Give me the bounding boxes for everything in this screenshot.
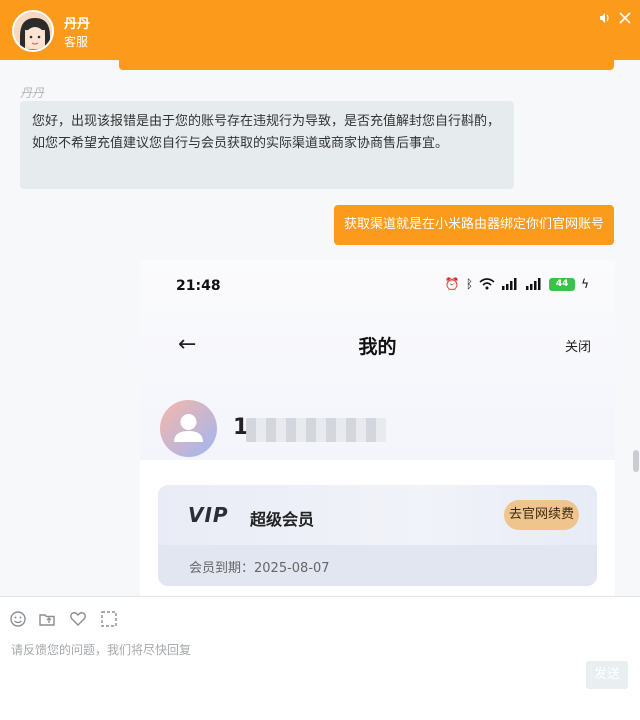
- signal-icon: [502, 278, 517, 290]
- bluetooth-icon: ᛒ: [465, 277, 474, 291]
- send-button[interactable]: 发送: [586, 661, 628, 689]
- charging-icon: ϟ: [581, 277, 589, 291]
- signal-icon-2: [526, 278, 541, 290]
- user-silhouette-icon: [174, 414, 203, 442]
- renew-button: 去官网续费: [503, 500, 579, 530]
- message-input[interactable]: 请反馈您的问题，我们将尽快回复: [11, 641, 191, 658]
- chat-scrollbar[interactable]: [633, 450, 639, 472]
- profile-avatar: [160, 400, 217, 457]
- vip-logo: VIP: [188, 503, 229, 527]
- close-icon[interactable]: [616, 12, 634, 30]
- screenshot-close-label: 关闭: [564, 340, 591, 355]
- screenshot-page-title: 我的: [358, 336, 397, 358]
- vip-expiry-date: 会员到期：2025-08-07: [189, 561, 330, 576]
- user-id-redacted: [246, 418, 386, 442]
- agent-name: 丹丹: [64, 17, 91, 32]
- user-message-bubble: 获取渠道就是在小米路由器绑定你们官网账号: [333, 205, 614, 245]
- file-upload-icon[interactable]: [37, 610, 57, 630]
- vip-expiry-bar: 会员到期：2025-08-07: [158, 545, 597, 586]
- status-icons: ⏰ ᛒ 44 ϟ: [445, 277, 589, 291]
- alarm-icon: ⏰: [444, 277, 460, 291]
- heart-icon[interactable]: [68, 610, 88, 630]
- agent-message-sender: 丹丹: [20, 86, 45, 100]
- screenshot-crop-icon[interactable]: [99, 610, 119, 630]
- agent-role: 客服: [64, 35, 89, 49]
- sound-icon[interactable]: [596, 12, 614, 30]
- battery-icon: 44: [549, 277, 576, 291]
- previous-message-bubble: [119, 60, 614, 70]
- agent-avatar: [12, 10, 54, 52]
- status-time: 21:48: [176, 278, 221, 294]
- user-screenshot-image[interactable]: 21:48 ⏰ ᛒ 44 ϟ ← 我的 关闭 1 VIP 超级会员 去官网续费 …: [140, 260, 615, 596]
- vip-card: VIP 超级会员 去官网续费 会员到期：2025-08-07: [158, 485, 597, 586]
- agent-avatar-icon: [14, 12, 52, 50]
- chat-header: 丹丹 客服: [0, 0, 640, 60]
- vip-level-name: 超级会员: [250, 510, 315, 529]
- message-input-area[interactable]: 请反馈您的问题，我们将尽快回复 发送: [0, 596, 640, 720]
- chat-messages[interactable]: 丹丹 您好，出现该报错是由于您的账号存在违规行为导致，是否充值解封您自行斟酌，如…: [0, 60, 640, 596]
- agent-message-bubble: 您好，出现该报错是由于您的账号存在违规行为导致，是否充值解封您自行斟酌，如您不希…: [20, 101, 514, 189]
- emoji-icon[interactable]: [8, 610, 28, 630]
- wifi-icon: [479, 278, 495, 290]
